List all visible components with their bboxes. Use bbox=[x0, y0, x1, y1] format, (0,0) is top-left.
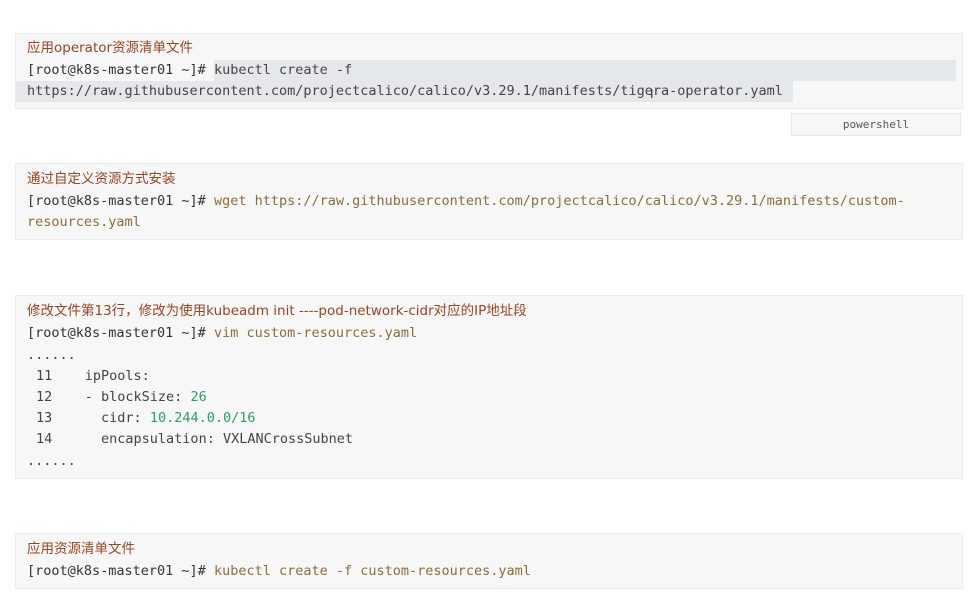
file-line-11[interactable]: 11 ipPools: bbox=[27, 366, 150, 387]
file-line-13[interactable]: 13 cidr: 10.244.0.0/16 bbox=[27, 408, 255, 429]
yaml-value: 26 bbox=[190, 389, 207, 405]
line-number: 11 bbox=[36, 368, 53, 384]
code-line[interactable]: [root@k8s-master01 ~]# kubectl create -f… bbox=[27, 561, 531, 582]
file-line-14[interactable]: 14 encapsulation: VXLANCrossSubnet bbox=[27, 429, 353, 450]
code-block-apply-resources: 应用资源清单文件 [root@k8s-master01 ~]# kubectl … bbox=[15, 533, 963, 589]
code-comment: 通过自定义资源方式安装 bbox=[27, 171, 176, 187]
line-number: 14 bbox=[36, 431, 53, 447]
ellipsis: ...... bbox=[27, 453, 76, 469]
shell-command: wget https://raw.githubusercontent.com/p… bbox=[205, 193, 905, 209]
yaml-key: encapsulation: VXLANCrossSubnet bbox=[52, 431, 353, 447]
shell-command: vim custom-resources.yaml bbox=[205, 325, 418, 341]
shell-command: kubectl create -f custom-resources.yaml bbox=[205, 563, 531, 579]
yaml-key: ipPools: bbox=[52, 368, 150, 384]
code-line[interactable]: [root@k8s-master01 ~]# wget https://raw.… bbox=[27, 191, 905, 212]
shell-prompt: [root@k8s-master01 ~]# bbox=[27, 193, 206, 209]
shell-command: kubectl create -f bbox=[205, 62, 353, 78]
code-line-continuation[interactable]: resources.yaml bbox=[27, 212, 141, 233]
language-tag[interactable]: powershell bbox=[791, 113, 961, 136]
ellipsis: ...... bbox=[27, 347, 76, 363]
shell-prompt: [root@k8s-master01 ~]# bbox=[27, 62, 206, 78]
shell-prompt: [root@k8s-master01 ~]# bbox=[27, 563, 206, 579]
yaml-value: 10.244.0.0/16 bbox=[149, 410, 256, 426]
code-comment: 应用资源清单文件 bbox=[27, 541, 135, 557]
file-line-12[interactable]: 12 - blockSize: 26 bbox=[27, 387, 207, 408]
line-number: 13 bbox=[36, 410, 53, 426]
code-line[interactable]: [root@k8s-master01 ~]# vim custom-resour… bbox=[27, 323, 417, 344]
line-number: 12 bbox=[36, 389, 53, 405]
code-block-apply-operator: 应用operator资源清单文件 [root@k8s-master01 ~]# … bbox=[15, 33, 963, 109]
shell-prompt: [root@k8s-master01 ~]# bbox=[27, 325, 206, 341]
code-comment: 应用operator资源清单文件 bbox=[27, 40, 194, 56]
code-line-continuation[interactable]: https://raw.githubusercontent.com/projec… bbox=[27, 81, 783, 102]
yaml-key: - blockSize: bbox=[52, 389, 191, 405]
code-line[interactable]: [root@k8s-master01 ~]# kubectl create -f bbox=[27, 60, 352, 81]
code-comment: 修改文件第13行，修改为使用kubeadm init ----pod-netwo… bbox=[27, 303, 527, 319]
text-cursor-icon: I bbox=[650, 87, 654, 101]
yaml-key: cidr: bbox=[52, 410, 150, 426]
code-block-custom-resources: 通过自定义资源方式安装 [root@k8s-master01 ~]# wget … bbox=[15, 163, 963, 240]
code-block-edit-file: 修改文件第13行，修改为使用kubeadm init ----pod-netwo… bbox=[15, 295, 963, 479]
